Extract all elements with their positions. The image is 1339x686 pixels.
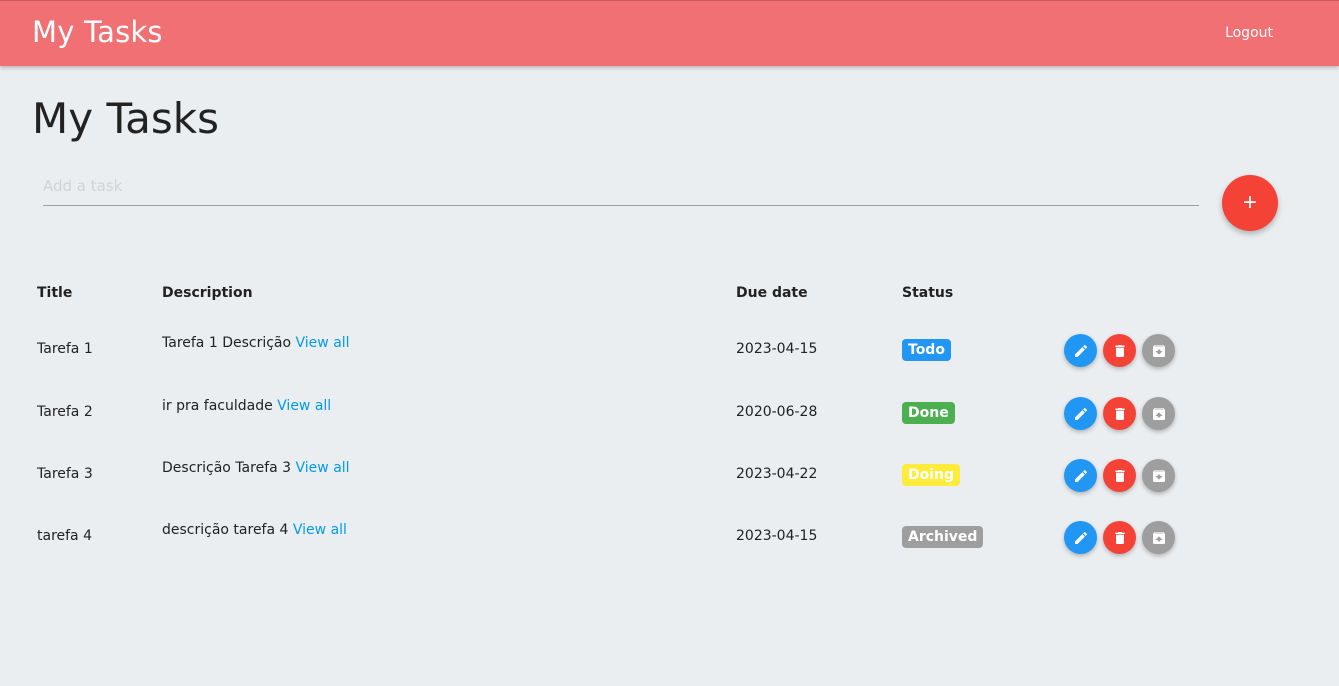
description-text: descrição tarefa 4 bbox=[162, 522, 289, 538]
task-due-date: 2023-04-22 bbox=[736, 466, 818, 482]
table-row: Tarefa 1 Tarefa 1 Descrição View all 202… bbox=[0, 318, 1339, 380]
unarchive-button[interactable] bbox=[1142, 521, 1175, 554]
brand-title[interactable]: My Tasks bbox=[32, 15, 163, 49]
table-row: Tarefa 3 Descrição Tarefa 3 View all 202… bbox=[0, 443, 1339, 505]
archive-icon bbox=[1152, 344, 1165, 357]
table-row: Tarefa 2 ir pra faculdade View all 2020-… bbox=[0, 381, 1339, 443]
pencil-icon bbox=[1074, 407, 1087, 420]
edit-button[interactable] bbox=[1064, 334, 1097, 367]
view-all-link[interactable]: View all bbox=[296, 460, 350, 476]
header-description: Description bbox=[162, 285, 253, 301]
trash-icon bbox=[1114, 344, 1125, 357]
page-title: My Tasks bbox=[32, 94, 219, 143]
pencil-icon bbox=[1074, 344, 1087, 357]
task-due-date: 2023-04-15 bbox=[736, 341, 818, 357]
view-all-link[interactable]: View all bbox=[277, 398, 331, 414]
delete-button[interactable] bbox=[1103, 397, 1136, 430]
task-description: Descrição Tarefa 3 View all bbox=[162, 460, 350, 476]
description-text: ir pra faculdade bbox=[162, 398, 273, 414]
task-title: Tarefa 3 bbox=[37, 466, 93, 482]
logout-link[interactable]: Logout bbox=[1225, 25, 1273, 41]
header-status: Status bbox=[902, 285, 954, 301]
unarchive-icon bbox=[1152, 407, 1165, 420]
task-description: ir pra faculdade View all bbox=[162, 398, 331, 414]
task-title: tarefa 4 bbox=[37, 528, 92, 544]
status-badge: Doing bbox=[902, 464, 961, 486]
view-all-link[interactable]: View all bbox=[293, 522, 347, 538]
task-due-date: 2023-04-15 bbox=[736, 528, 818, 544]
archive-button[interactable] bbox=[1142, 459, 1175, 492]
pencil-icon bbox=[1074, 531, 1087, 544]
unarchive-icon bbox=[1152, 531, 1165, 544]
status-badge: Todo bbox=[902, 339, 951, 361]
top-navbar: My Tasks Logout bbox=[0, 0, 1339, 66]
unarchive-button[interactable] bbox=[1142, 397, 1175, 430]
trash-icon bbox=[1114, 407, 1125, 420]
header-title: Title bbox=[37, 285, 73, 301]
status-badge: Archived bbox=[902, 526, 984, 548]
table-row: tarefa 4 descrição tarefa 4 View all 202… bbox=[0, 505, 1339, 567]
status-badge: Done bbox=[902, 402, 955, 424]
delete-button[interactable] bbox=[1103, 521, 1136, 554]
edit-button[interactable] bbox=[1064, 459, 1097, 492]
description-text: Descrição Tarefa 3 bbox=[162, 460, 292, 476]
task-title: Tarefa 2 bbox=[37, 404, 93, 420]
view-all-link[interactable]: View all bbox=[296, 335, 350, 351]
task-description: descrição tarefa 4 View all bbox=[162, 522, 347, 538]
add-task-button[interactable]: + bbox=[1222, 175, 1278, 231]
task-title: Tarefa 1 bbox=[37, 341, 93, 357]
task-description: Tarefa 1 Descrição View all bbox=[162, 335, 350, 351]
description-text: Tarefa 1 Descrição bbox=[162, 335, 292, 351]
add-task-input[interactable] bbox=[43, 166, 1199, 206]
pencil-icon bbox=[1074, 469, 1087, 482]
trash-icon bbox=[1114, 531, 1125, 544]
archive-button[interactable] bbox=[1142, 334, 1175, 367]
delete-button[interactable] bbox=[1103, 459, 1136, 492]
archive-icon bbox=[1152, 469, 1165, 482]
task-due-date: 2020-06-28 bbox=[736, 404, 818, 420]
trash-icon bbox=[1114, 469, 1125, 482]
header-due-date: Due date bbox=[736, 285, 808, 301]
edit-button[interactable] bbox=[1064, 397, 1097, 430]
edit-button[interactable] bbox=[1064, 521, 1097, 554]
delete-button[interactable] bbox=[1103, 334, 1136, 367]
